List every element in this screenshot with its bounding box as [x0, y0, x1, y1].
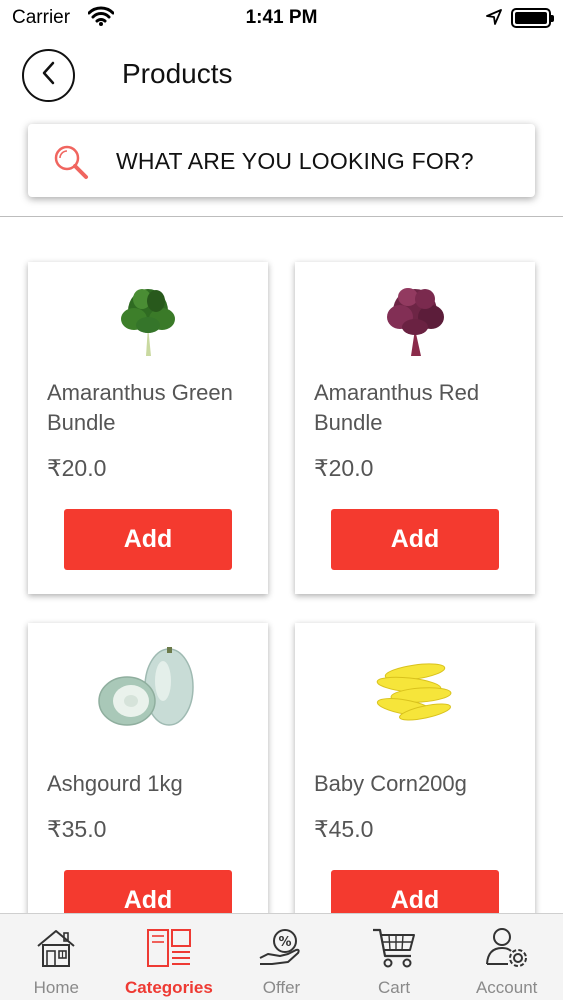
tab-label: Home [33, 978, 79, 997]
search-placeholder: WHAT ARE YOU LOOKING FOR? [116, 148, 474, 174]
product-price: ₹20.0 [314, 455, 374, 481]
back-button[interactable] [22, 49, 75, 102]
cart-icon [371, 924, 417, 972]
product-name: Amaranthus Green Bundle [47, 380, 233, 435]
tab-home[interactable]: Home [0, 914, 113, 1000]
product-price: ₹20.0 [47, 455, 107, 481]
product-card[interactable]: Amaranthus Green Bundle ₹20.0 Add [28, 262, 268, 594]
product-card[interactable]: Amaranthus Red Bundle ₹20.0 Add [295, 262, 535, 594]
product-name: Ashgourd 1kg [47, 771, 183, 796]
battery-icon [511, 8, 554, 28]
product-card[interactable]: Ashgourd 1kg ₹35.0 Add [28, 623, 268, 955]
tab-label: Offer [262, 978, 301, 997]
header-divider [0, 216, 563, 217]
product-image-red-leafy-bundle [295, 276, 535, 366]
bottom-tab-bar: Home Categories % Offer Cart Account [0, 913, 563, 1000]
tab-categories[interactable]: Categories [113, 914, 226, 1000]
product-price: ₹35.0 [47, 816, 107, 842]
search-input[interactable]: WHAT ARE YOU LOOKING FOR? [28, 124, 535, 197]
offer-icon: % [258, 924, 304, 972]
add-to-cart-button[interactable]: Add [331, 509, 499, 570]
product-name: Amaranthus Red Bundle [314, 380, 480, 435]
add-to-cart-button[interactable]: Add [64, 509, 232, 570]
categories-icon [145, 924, 193, 972]
page-title: Products [122, 58, 233, 89]
tab-cart[interactable]: Cart [338, 914, 451, 1000]
clock: 1:41 PM [245, 7, 318, 28]
product-name: Baby Corn200g [314, 771, 467, 796]
tab-label: Categories [124, 978, 213, 997]
location-arrow-icon [486, 9, 502, 30]
status-bar: Carrier 1:41 PM [0, 0, 563, 36]
svg-text:%: % [279, 935, 292, 950]
product-card[interactable]: Baby Corn200g ₹45.0 Add [295, 623, 535, 955]
account-settings-icon [484, 924, 530, 972]
tab-offer[interactable]: % Offer [225, 914, 338, 1000]
product-price: ₹45.0 [314, 816, 374, 842]
chevron-left-icon [38, 60, 60, 91]
home-icon [34, 924, 78, 972]
search-icon [51, 142, 91, 187]
product-image-baby-corn [295, 645, 535, 735]
product-image-green-leafy-bundle [28, 276, 268, 366]
tab-account[interactable]: Account [450, 914, 563, 1000]
product-image-ash-gourd [28, 645, 268, 735]
tab-label: Account [475, 978, 538, 997]
tab-label: Cart [378, 978, 411, 997]
